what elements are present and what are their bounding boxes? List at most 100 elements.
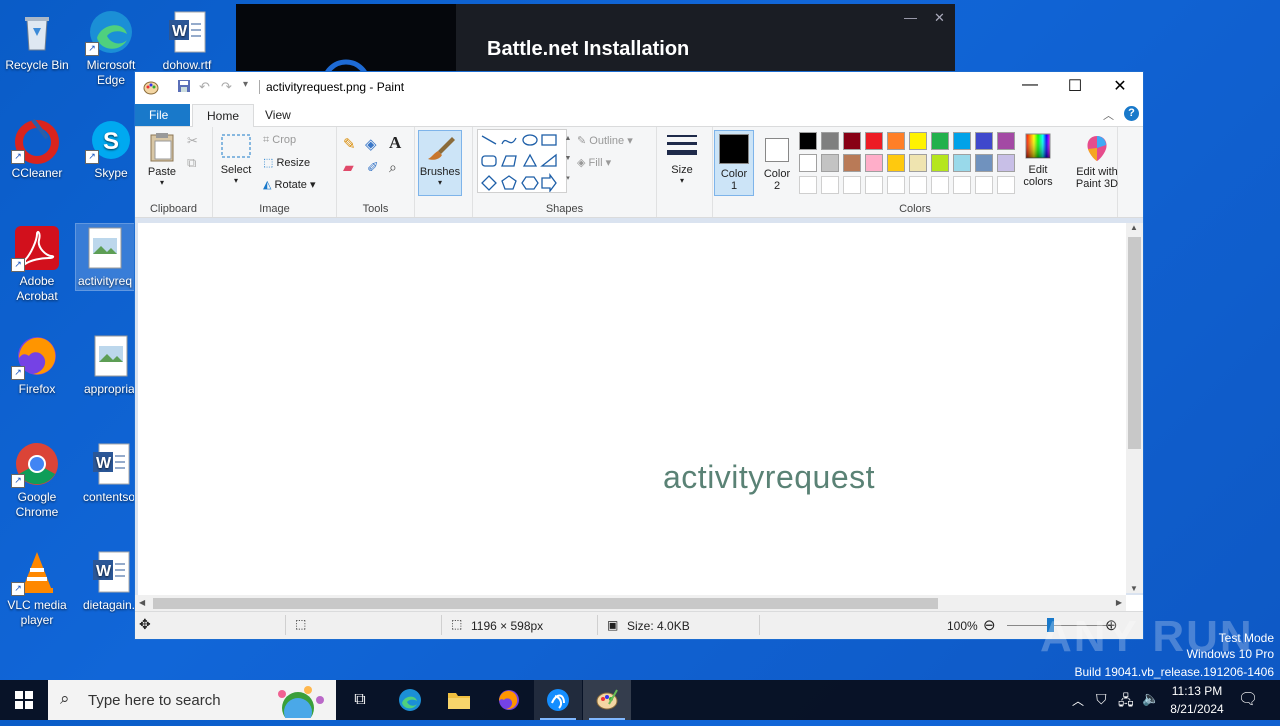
- task-view-icon[interactable]: ⧉: [336, 680, 384, 720]
- palette-swatch[interactable]: [975, 132, 993, 150]
- zoom-out-icon[interactable]: ⊖: [983, 616, 996, 634]
- color2-button[interactable]: Color 2: [757, 130, 797, 196]
- palette-swatch[interactable]: [887, 154, 905, 172]
- resize-button[interactable]: ⬚ Resize: [263, 156, 310, 169]
- scroll-down-icon[interactable]: ▼: [1130, 584, 1138, 593]
- cut-icon[interactable]: ✂: [187, 133, 198, 149]
- close-button[interactable]: ✕: [1097, 76, 1143, 96]
- start-button[interactable]: [0, 680, 48, 720]
- brushes-button[interactable]: Brushes ▾: [418, 130, 462, 196]
- color-picker-icon[interactable]: ✐: [367, 159, 379, 176]
- customize-quick-access-icon[interactable]: ▾: [243, 79, 248, 90]
- text-tool-icon[interactable]: A: [389, 133, 401, 153]
- palette-swatch[interactable]: [821, 176, 839, 194]
- palette-swatch[interactable]: [975, 176, 993, 194]
- crop-button[interactable]: ⌗ Crop: [263, 134, 296, 147]
- security-tray-icon[interactable]: ⛉: [1096, 691, 1107, 708]
- vertical-scroll-thumb[interactable]: [1128, 237, 1141, 449]
- help-icon[interactable]: ?: [1124, 106, 1139, 121]
- show-hidden-icons-icon[interactable]: ︿: [1072, 692, 1084, 709]
- palette-swatch[interactable]: [799, 176, 817, 194]
- scroll-left-icon[interactable]: ◀: [139, 598, 145, 607]
- taskbar-edge-icon[interactable]: [386, 680, 434, 720]
- desktop-icon-dohow[interactable]: W dohow.rtf: [150, 8, 224, 73]
- tab-view[interactable]: View: [251, 104, 305, 126]
- palette-swatch[interactable]: [821, 154, 839, 172]
- edit-colors-button[interactable]: Edit colors: [1018, 131, 1058, 188]
- rotate-button[interactable]: ◭ Rotate ▾: [263, 178, 316, 191]
- palette-swatch[interactable]: [843, 176, 861, 194]
- volume-icon[interactable]: 🔈: [1142, 690, 1159, 707]
- desktop-icon-vlc[interactable]: ↗ VLC media player: [0, 548, 74, 628]
- save-icon[interactable]: [177, 79, 191, 96]
- scroll-right-icon[interactable]: ▶: [1116, 598, 1122, 607]
- minimize-button[interactable]: —: [1007, 76, 1053, 94]
- network-icon[interactable]: 🖧: [1118, 690, 1134, 714]
- palette-swatch[interactable]: [865, 132, 883, 150]
- taskbar-search-box[interactable]: ⌕ Type here to search: [48, 680, 336, 720]
- shapes-scroll[interactable]: ▲ ▼ ▾: [563, 129, 573, 191]
- clock-date[interactable]: 8/21/2024: [1166, 702, 1228, 716]
- fill-button[interactable]: ◈ Fill ▾: [577, 156, 611, 169]
- palette-swatch[interactable]: [887, 132, 905, 150]
- scroll-up-icon[interactable]: ▲: [1130, 223, 1138, 232]
- outline-button[interactable]: ✎ Outline ▾: [577, 134, 633, 147]
- horizontal-scrollbar[interactable]: ◀ ▶: [135, 595, 1126, 612]
- vertical-scrollbar[interactable]: ▲ ▼: [1126, 223, 1143, 593]
- collapse-ribbon-icon[interactable]: ︿: [1103, 107, 1114, 123]
- taskbar-firefox-icon[interactable]: [485, 680, 533, 720]
- desktop-icon-chrome[interactable]: ↗ Google Chrome: [0, 440, 74, 520]
- redo-icon[interactable]: ↷: [221, 79, 232, 95]
- title-bar[interactable]: ↶ ↷ ▾ activityrequest.png - Paint — ☐ ✕: [135, 72, 1143, 102]
- image-canvas[interactable]: activityrequest: [138, 223, 1126, 595]
- palette-swatch[interactable]: [997, 176, 1015, 194]
- file-explorer-icon[interactable]: [435, 680, 483, 720]
- palette-swatch[interactable]: [865, 154, 883, 172]
- palette-swatch[interactable]: [997, 132, 1015, 150]
- undo-icon[interactable]: ↶: [199, 79, 210, 95]
- clock-time[interactable]: 11:13 PM: [1170, 684, 1224, 698]
- palette-swatch[interactable]: [953, 154, 971, 172]
- palette-swatch[interactable]: [931, 154, 949, 172]
- taskbar-battlenet-icon[interactable]: [534, 680, 582, 720]
- palette-swatch[interactable]: [909, 176, 927, 194]
- palette-swatch[interactable]: [799, 154, 817, 172]
- desktop-icon-firefox[interactable]: ↗ Firefox: [0, 332, 74, 397]
- desktop-icon-recycle-bin[interactable]: Recycle Bin: [0, 8, 74, 73]
- horizontal-scroll-thumb[interactable]: [153, 598, 938, 609]
- battlenet-window[interactable]: Battle.net Installation — ✕: [236, 4, 955, 109]
- paste-button[interactable]: Paste ▾: [143, 131, 181, 187]
- shapes-gallery[interactable]: [477, 129, 567, 193]
- palette-swatch[interactable]: [799, 132, 817, 150]
- desktop-icon-acrobat[interactable]: ↗ Adobe Acrobat: [0, 224, 74, 304]
- taskbar-paint-icon[interactable]: [583, 680, 631, 720]
- palette-swatch[interactable]: [931, 132, 949, 150]
- color1-button[interactable]: Color 1: [714, 130, 754, 196]
- battlenet-minimize-button[interactable]: —: [904, 10, 917, 25]
- palette-swatch[interactable]: [843, 132, 861, 150]
- pencil-icon[interactable]: ✎: [343, 135, 356, 153]
- desktop-icon-ccleaner[interactable]: ↗ CCleaner: [0, 116, 74, 181]
- eraser-icon[interactable]: ▰: [343, 159, 354, 176]
- paint-window[interactable]: ↶ ↷ ▾ activityrequest.png - Paint — ☐ ✕ …: [134, 71, 1144, 640]
- copy-icon[interactable]: ⧉: [187, 155, 196, 171]
- palette-swatch[interactable]: [953, 132, 971, 150]
- palette-swatch[interactable]: [997, 154, 1015, 172]
- desktop-icon-activityrequest[interactable]: activityreq: [75, 223, 135, 291]
- palette-swatch[interactable]: [953, 176, 971, 194]
- fill-bucket-icon[interactable]: ◈: [365, 135, 377, 153]
- select-button[interactable]: Select ▾: [219, 133, 253, 185]
- palette-swatch[interactable]: [931, 176, 949, 194]
- palette-swatch[interactable]: [975, 154, 993, 172]
- edit-with-paint3d-button[interactable]: Edit with Paint 3D: [1069, 133, 1125, 190]
- palette-swatch[interactable]: [821, 132, 839, 150]
- tab-file[interactable]: File: [135, 104, 190, 126]
- palette-swatch[interactable]: [909, 154, 927, 172]
- size-button[interactable]: Size ▾: [664, 133, 700, 185]
- tab-home[interactable]: Home: [192, 104, 255, 128]
- notifications-icon[interactable]: 🗨: [1238, 689, 1258, 709]
- maximize-button[interactable]: ☐: [1052, 76, 1098, 96]
- battlenet-close-button[interactable]: ✕: [934, 10, 945, 26]
- palette-swatch[interactable]: [865, 176, 883, 194]
- magnifier-icon[interactable]: ⌕: [389, 159, 397, 176]
